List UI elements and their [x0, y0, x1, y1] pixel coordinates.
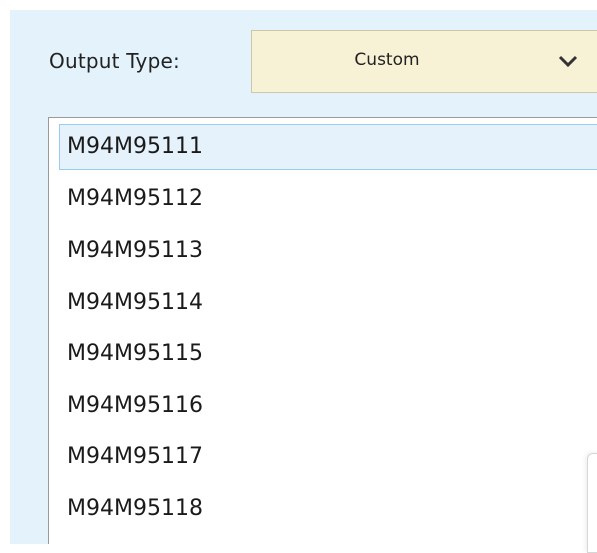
output-list[interactable]: M94M95111 M94M95112 M94M95113 M94M95114 … — [48, 117, 597, 544]
list-item[interactable]: M94M95116 — [59, 383, 597, 429]
list-item[interactable]: M94M95114 — [59, 280, 597, 326]
list-item[interactable]: M94M95117 — [59, 434, 597, 480]
list-item[interactable]: M94M95113 — [59, 228, 597, 274]
overlay-popup-edge — [587, 453, 597, 553]
list-item[interactable]: M94M95112 — [59, 176, 597, 222]
output-type-label: Output Type: — [49, 49, 180, 73]
output-type-dropdown[interactable]: Custom — [251, 30, 597, 93]
output-type-selected-value: Custom — [354, 50, 420, 70]
list-item[interactable]: M94M95118 — [59, 486, 597, 532]
list-item[interactable]: M94M95115 — [59, 331, 597, 377]
list-item[interactable]: M94M95111 — [59, 124, 597, 170]
chevron-down-icon — [558, 55, 578, 68]
